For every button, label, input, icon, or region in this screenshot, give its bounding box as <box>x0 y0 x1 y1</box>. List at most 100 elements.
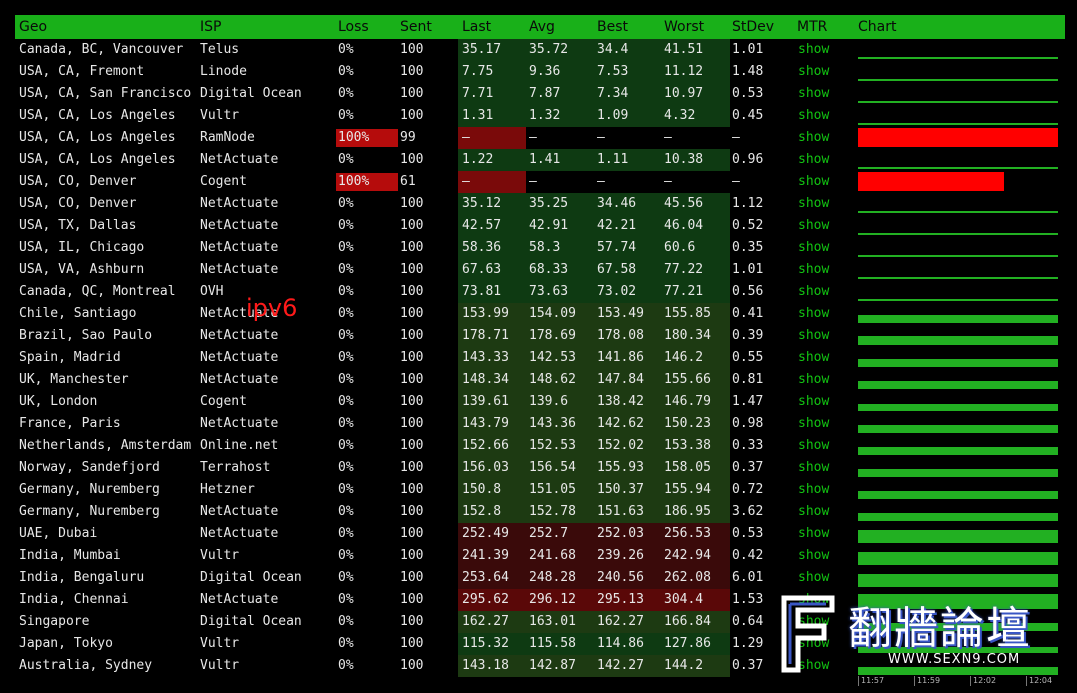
stdev-cell: 0.96 <box>732 152 764 167</box>
mtr-show-link[interactable]: show <box>798 262 829 278</box>
loss-cell: 0% <box>338 394 354 409</box>
latency-sparkline <box>858 83 1058 105</box>
mtr-show-link[interactable]: show <box>798 42 829 58</box>
table-row: UAE, Dubai NetActuate 0% 100 252.49 252.7 252.… <box>0 523 1077 545</box>
table-row: USA, VA, Ashburn NetActuate 0% 100 67.63 68.3… <box>0 259 1077 281</box>
worst-cell: 242.94 <box>664 548 711 563</box>
worst-cell: 146.2 <box>664 350 704 365</box>
best-cell: 73.02 <box>597 284 637 299</box>
loss-cell: 0% <box>338 328 354 343</box>
sent-cell: 100 <box>400 460 424 475</box>
mtr-show-link[interactable]: show <box>798 86 829 102</box>
latency-fill <box>858 425 1058 433</box>
last-cell: 295.62 <box>462 592 509 607</box>
mtr-show-link[interactable]: show <box>798 306 829 322</box>
mtr-show-link[interactable]: show <box>798 130 829 146</box>
latency-sparkline <box>858 479 1058 501</box>
geo-cell: Japan, Tokyo <box>19 636 113 651</box>
table-row: Norway, Sandefjord Terrahost 0% 100 156.03 15… <box>0 457 1077 479</box>
geo-cell: Singapore <box>19 614 90 629</box>
mtr-show-link[interactable]: show <box>798 504 829 520</box>
mtr-show-link[interactable]: show <box>798 152 829 168</box>
isp-cell: NetActuate <box>200 592 279 607</box>
table-row: UK, Manchester NetActuate 0% 100 148.34 148.6… <box>0 369 1077 391</box>
mtr-show-link[interactable]: show <box>798 416 829 432</box>
sent-cell: 100 <box>400 306 424 321</box>
latency-fill <box>858 211 1058 213</box>
sent-cell: 100 <box>400 240 424 255</box>
worst-cell: 256.53 <box>664 526 711 541</box>
column-header-last[interactable]: Last <box>462 19 491 35</box>
latency-sparkline <box>858 281 1058 303</box>
mtr-show-link[interactable]: show <box>798 64 829 80</box>
sent-cell: 100 <box>400 416 424 431</box>
column-header-stdev[interactable]: StDev <box>732 19 774 35</box>
mtr-show-link[interactable]: show <box>798 196 829 212</box>
mtr-show-link[interactable]: show <box>798 108 829 124</box>
latency-sparkline <box>858 105 1058 127</box>
sent-cell: 100 <box>400 152 424 167</box>
mtr-show-link[interactable]: show <box>798 218 829 234</box>
geo-cell: UK, Manchester <box>19 372 129 387</box>
best-cell: 239.26 <box>597 548 644 563</box>
column-header-best[interactable]: Best <box>597 19 628 35</box>
avg-cell: 154.09 <box>529 306 576 321</box>
worst-cell: – <box>664 174 672 189</box>
last-cell: 42.57 <box>462 218 502 233</box>
column-header-avg[interactable]: Avg <box>529 19 555 35</box>
stdev-cell: 1.01 <box>732 42 764 57</box>
packet-loss-bar <box>858 172 1004 191</box>
best-cell: 153.49 <box>597 306 644 321</box>
avg-cell: 139.6 <box>529 394 569 409</box>
column-header-isp[interactable]: ISP <box>200 19 221 35</box>
mtr-show-link[interactable]: show <box>798 328 829 344</box>
latency-fill <box>858 447 1058 455</box>
mtr-show-link[interactable]: show <box>798 526 829 542</box>
latency-fill <box>858 469 1058 477</box>
mtr-show-link[interactable]: show <box>798 570 829 586</box>
isp-cell: Cogent <box>200 174 247 189</box>
column-header-loss[interactable]: Loss <box>338 19 369 35</box>
avg-cell: 151.05 <box>529 482 576 497</box>
worst-cell: 304.4 <box>664 592 704 607</box>
mtr-show-link[interactable]: show <box>798 438 829 454</box>
last-cell: 178.71 <box>462 328 509 343</box>
isp-cell: Vultr <box>200 108 240 123</box>
mtr-show-link[interactable]: show <box>798 284 829 300</box>
loss-cell: 0% <box>338 262 354 277</box>
worst-cell: 186.95 <box>664 504 711 519</box>
sent-cell: 100 <box>400 394 424 409</box>
worst-cell: 144.2 <box>664 658 704 673</box>
column-header-geo[interactable]: Geo <box>19 19 47 35</box>
latency-sparkline <box>858 303 1058 325</box>
column-header-sent[interactable]: Sent <box>400 19 432 35</box>
table-row: Netherlands, Amsterdam Online.net 0% 100 152… <box>0 435 1077 457</box>
last-cell: 162.27 <box>462 614 509 629</box>
mtr-show-link[interactable]: show <box>798 548 829 564</box>
best-cell: 67.58 <box>597 262 637 277</box>
sent-cell: 100 <box>400 526 424 541</box>
mtr-show-link[interactable]: show <box>798 350 829 366</box>
latency-fill <box>858 530 1058 543</box>
mtr-show-link[interactable]: show <box>798 240 829 256</box>
latency-fill <box>858 167 1058 169</box>
mtr-show-link[interactable]: show <box>798 372 829 388</box>
column-header-mtr: MTR <box>797 19 828 35</box>
avg-cell: 241.68 <box>529 548 576 563</box>
avg-cell: – <box>529 174 537 189</box>
mtr-show-link[interactable]: show <box>798 394 829 410</box>
isp-cell: NetActuate <box>200 196 279 211</box>
column-header-chart: Chart <box>858 19 897 35</box>
geo-cell: India, Chennai <box>19 592 129 607</box>
mtr-show-link[interactable]: show <box>798 460 829 476</box>
isp-cell: NetActuate <box>200 328 279 343</box>
column-header-worst[interactable]: Worst <box>664 19 704 35</box>
avg-cell: 1.32 <box>529 108 561 123</box>
latency-fill <box>858 336 1058 345</box>
table-row: USA, CA, Los Angeles Vultr 0% 100 1.31 1.32 1.… <box>0 105 1077 127</box>
avg-cell: 143.36 <box>529 416 576 431</box>
last-cell: 252.49 <box>462 526 509 541</box>
mtr-show-link[interactable]: show <box>798 174 829 190</box>
mtr-show-link[interactable]: show <box>798 482 829 498</box>
latency-sparkline <box>858 413 1058 435</box>
